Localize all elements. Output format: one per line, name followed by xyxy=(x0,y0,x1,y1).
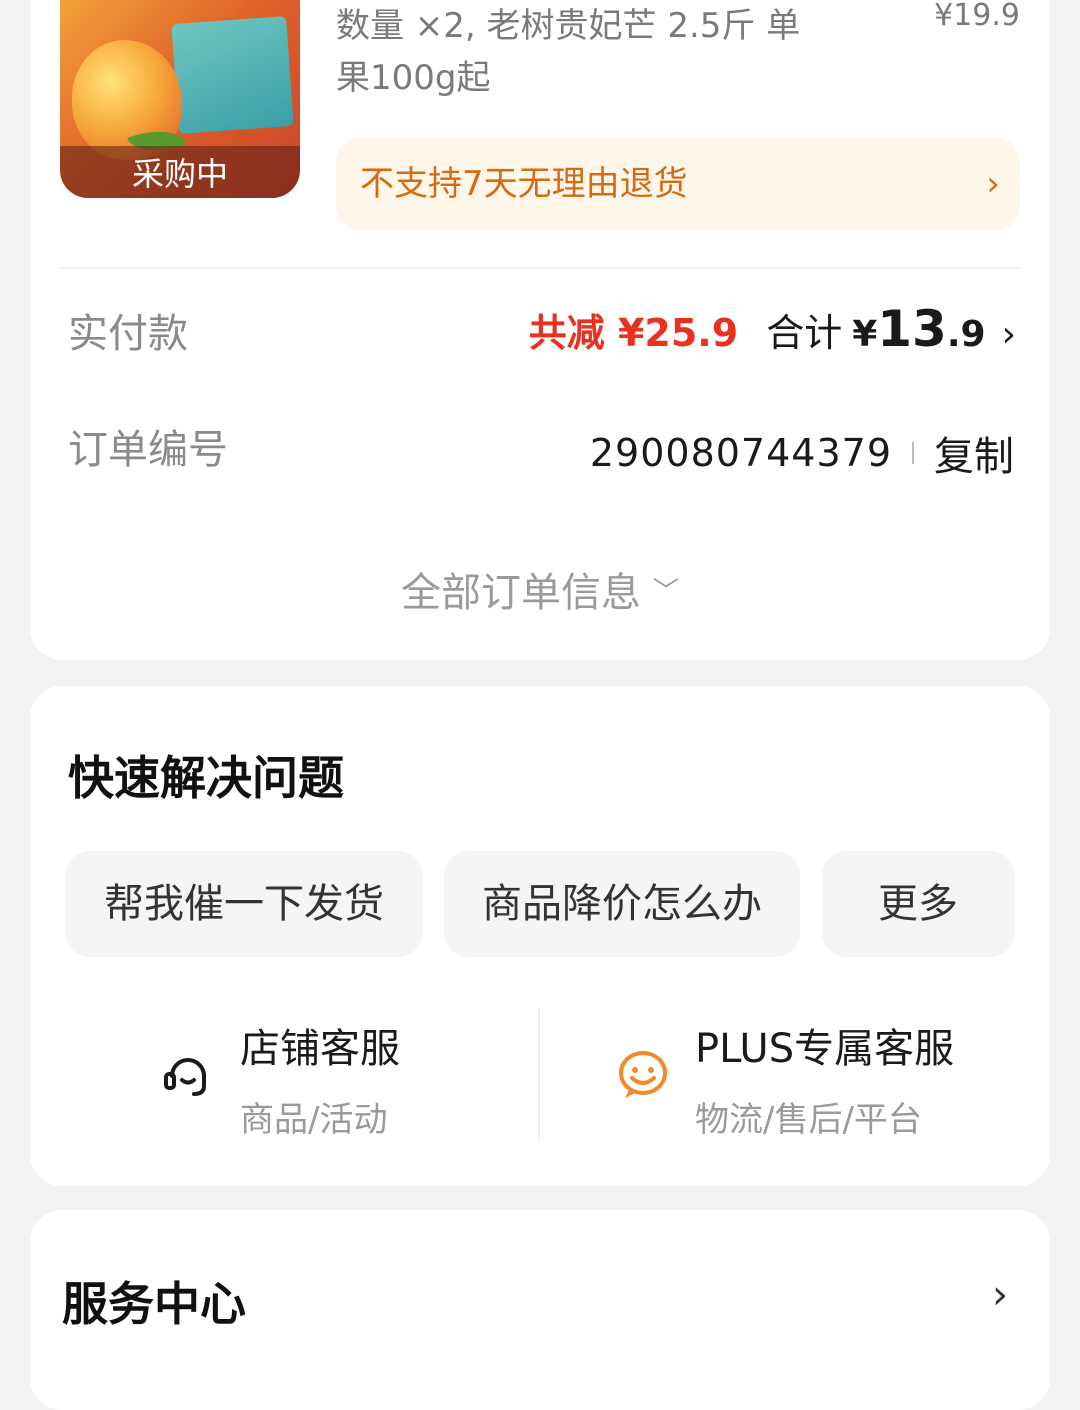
total-label: 合计 xyxy=(766,311,843,355)
chevron-right-icon: › xyxy=(992,1272,1008,1318)
total-decimal: .9 xyxy=(946,314,986,355)
plus-service-sub: 物流/售后/平台 xyxy=(695,1100,922,1140)
quick-solve-title: 快速解决问题 xyxy=(68,751,344,805)
chevron-right-icon: › xyxy=(986,164,1000,204)
order-number-row: 290080744379 复制 xyxy=(590,424,1014,482)
order-number-label: 订单编号 xyxy=(68,427,228,473)
store-service-sub: 商品/活动 xyxy=(240,1100,388,1140)
order-number: 290080744379 xyxy=(589,431,892,475)
product-thumbnail[interactable]: 采购中 xyxy=(60,0,300,198)
store-service-name: 店铺客服 xyxy=(240,1026,400,1072)
divider xyxy=(60,267,1020,269)
return-policy-banner[interactable]: 不支持7天无理由退货 › xyxy=(336,138,1020,230)
paid-amount-row[interactable]: 共减 ¥25.9 合计 ¥ 13 .9 › xyxy=(529,300,1016,370)
product-box-graphic xyxy=(171,16,294,134)
chip-more[interactable]: 更多 xyxy=(822,851,1014,957)
chip-urge-shipping[interactable]: 帮我催一下发货 xyxy=(66,851,422,957)
service-center-card[interactable]: 服务中心 › xyxy=(30,1210,1050,1410)
return-policy-text: 不支持7天无理由退货 xyxy=(360,164,688,204)
service-center-title: 服务中心 xyxy=(62,1277,246,1331)
discount-amount: 共减 ¥25.9 xyxy=(528,311,739,355)
all-order-info-label: 全部订单信息 xyxy=(400,570,641,616)
order-card: 采购中 数量 ×2, 老树贵妃芒 2.5斤 单果100g起 ¥19.9 不支持7… xyxy=(30,0,1050,660)
copy-button[interactable]: 复制 xyxy=(934,424,1014,482)
product-description: 数量 ×2, 老树贵妃芒 2.5斤 单果100g起 xyxy=(336,6,801,98)
headset-icon xyxy=(164,1058,206,1096)
chevron-down-icon: ﹀ xyxy=(652,577,679,607)
thumb-status-label: 采购中 xyxy=(131,155,228,193)
smiley-icon xyxy=(619,1051,667,1098)
chevron-right-icon: › xyxy=(1001,314,1016,355)
vertical-divider xyxy=(538,1008,540,1138)
store-service-button[interactable]: 店铺客服 商品/活动 xyxy=(160,1006,520,1146)
product-price: ¥19.9 xyxy=(934,0,1020,33)
total-integer: 13 xyxy=(877,300,947,358)
currency-symbol: ¥ xyxy=(852,314,878,355)
plus-service-name: PLUS专属客服 xyxy=(695,1026,955,1072)
chip-price-drop[interactable]: 商品降价怎么办 xyxy=(444,851,800,957)
plus-service-button[interactable]: PLUS专属客服 物流/售后/平台 xyxy=(615,1006,1035,1146)
all-order-info-toggle[interactable]: 全部订单信息 ﹀ xyxy=(30,560,1050,618)
quick-solve-card: 快速解决问题 帮我催一下发货 商品降价怎么办 更多 店铺客服 商品/活动 PLU… xyxy=(30,686,1050,1186)
separator xyxy=(912,442,914,464)
paid-label: 实付款 xyxy=(68,311,188,357)
